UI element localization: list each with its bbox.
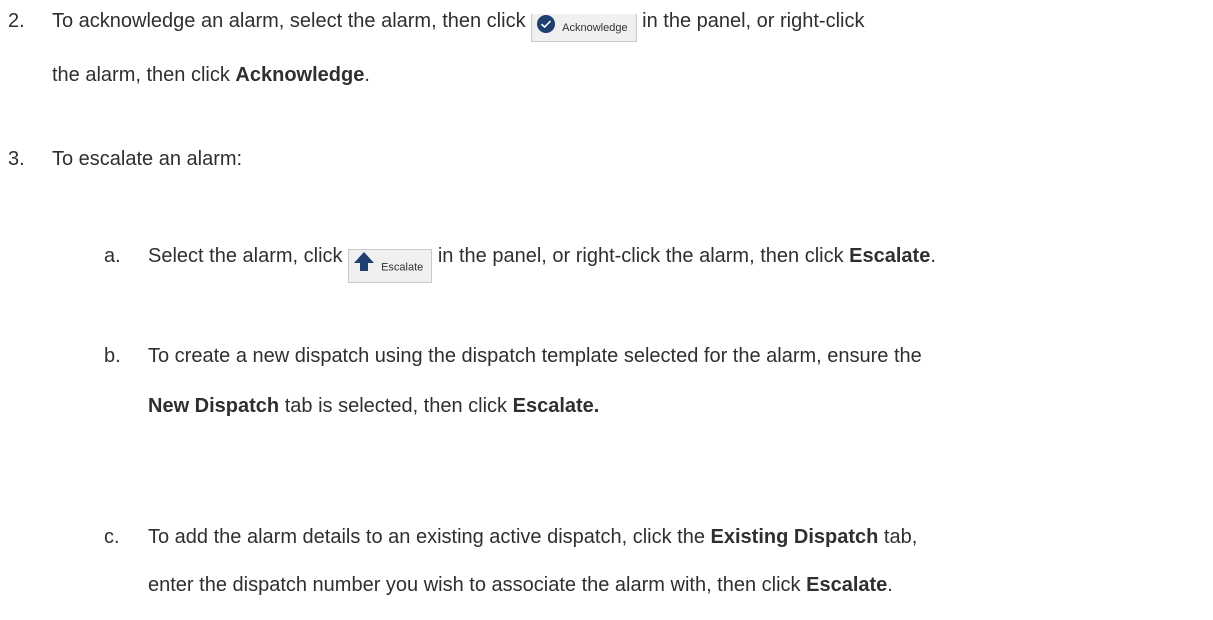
step-3-number: 3. — [8, 148, 25, 170]
step-3b-letter: b. — [104, 345, 121, 367]
step-3c-line-1: To add the alarm details to an existing … — [148, 526, 917, 549]
step-2-number: 2. — [8, 10, 25, 32]
arrow-up-icon — [353, 250, 375, 285]
step-3b-mid-text: tab is selected, then click — [284, 395, 508, 417]
step-2-line-2: the alarm, then click Acknowledge. — [52, 64, 370, 87]
step-3c-text-before: To add the alarm details to an existing … — [148, 526, 705, 548]
acknowledge-button-image: Acknowledge — [531, 14, 637, 43]
step-3a-text-before: Select the alarm, click — [148, 245, 343, 267]
escalate-bold-2: Escalate. — [512, 395, 600, 417]
step-3b-line-2: New Dispatch tab is selected, then click… — [148, 395, 599, 418]
step-2-period: . — [364, 64, 370, 86]
escalate-bold: Escalate — [849, 245, 931, 267]
step-2-line-1: To acknowledge an alarm, select the alar… — [52, 10, 865, 43]
step-3c-letter: c. — [104, 526, 120, 548]
checkmark-circle-icon — [536, 14, 556, 42]
step-2-text-after: in the panel, or right-click — [642, 10, 865, 32]
step-2-line-2-text: the alarm, then click — [52, 64, 230, 86]
step-3a-text-after: in the panel, or right-click the alarm, … — [437, 245, 844, 267]
acknowledge-bold: Acknowledge — [235, 64, 365, 86]
step-3a-letter: a. — [104, 245, 121, 267]
step-3c-text-after: tab, — [883, 526, 918, 548]
step-3a-period: . — [930, 245, 936, 267]
step-2-text-before: To acknowledge an alarm, select the alar… — [52, 10, 526, 32]
escalate-button-image: Escalate — [348, 248, 433, 285]
step-3a-line: Select the alarm, click Escalate in the … — [148, 245, 936, 283]
escalate-bold-3: Escalate — [806, 574, 888, 596]
step-3b-line-1: To create a new dispatch using the dispa… — [148, 345, 922, 367]
acknowledge-button-label: Acknowledge — [562, 22, 628, 34]
existing-dispatch-bold: Existing Dispatch — [710, 526, 879, 548]
escalate-button-label: Escalate — [381, 261, 424, 273]
step-3c-line-2: enter the dispatch number you wish to as… — [148, 574, 893, 597]
step-3c-line-2-text: enter the dispatch number you wish to as… — [148, 574, 801, 596]
step-3-text: To escalate an alarm: — [52, 148, 243, 170]
step-3c-period: . — [887, 574, 893, 596]
new-dispatch-bold: New Dispatch — [148, 395, 280, 417]
